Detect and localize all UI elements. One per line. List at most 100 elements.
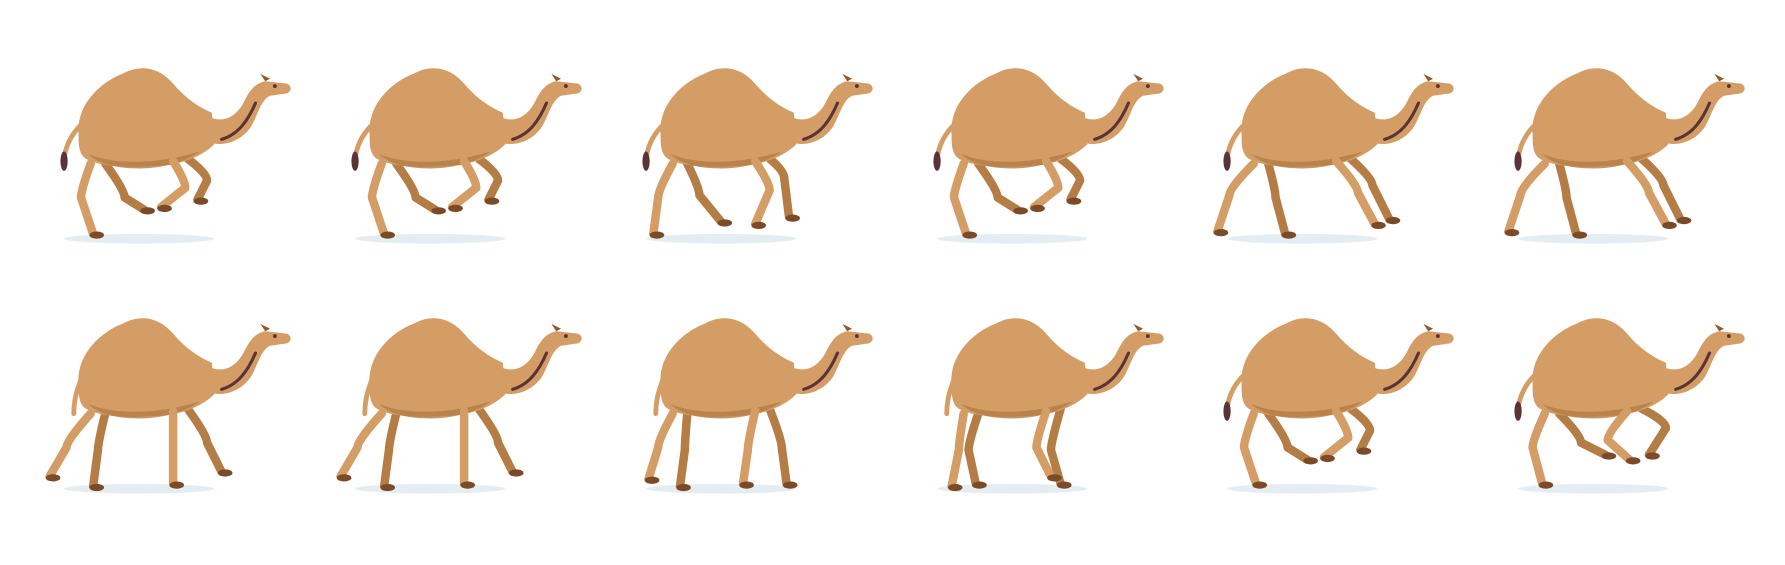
camel-body [78, 68, 215, 167]
camel-illustration [932, 68, 1164, 244]
camel-frame-2 [309, 18, 600, 268]
far-front-leg [183, 154, 212, 205]
camel [1223, 318, 1454, 489]
camel [643, 318, 873, 492]
camel-frame-10 [891, 268, 1182, 518]
near-back-leg [1528, 409, 1550, 489]
near-back-leg-hoof [947, 483, 962, 492]
camel-illustration [351, 68, 582, 244]
eye [272, 334, 277, 338]
camel-neck-head [490, 331, 582, 394]
camel-neck-head [199, 331, 291, 394]
far-front-leg-hoof [1645, 452, 1660, 460]
eye [563, 84, 568, 88]
ear [551, 73, 561, 82]
camel-frame-12 [1472, 268, 1763, 518]
eye [1436, 334, 1441, 338]
near-front-leg [738, 406, 760, 489]
near-front-leg [1332, 156, 1380, 229]
ear [842, 73, 852, 82]
camel-neck-head [781, 81, 873, 144]
far-back-leg-hoof [380, 483, 395, 492]
tail-tuft [1223, 151, 1232, 171]
camel-body [1532, 68, 1669, 167]
camel-neck-head [1653, 81, 1745, 144]
camel [943, 318, 1164, 492]
far-back-leg-hoof [431, 207, 446, 215]
camel [45, 318, 291, 492]
ear [260, 323, 271, 332]
near-front-leg-hoof [1046, 474, 1062, 482]
ear [842, 323, 852, 332]
far-back-leg [391, 159, 440, 214]
near-front-leg [1320, 406, 1353, 462]
near-back-leg [1240, 409, 1261, 489]
far-back-leg-hoof [1572, 231, 1588, 239]
tail-tuft [60, 151, 68, 171]
near-back-leg [367, 159, 389, 239]
far-front-leg-hoof [1066, 197, 1081, 205]
ground-shadow [354, 483, 506, 494]
ground-shadow [645, 233, 796, 244]
far-front-leg-hoof [1676, 216, 1692, 225]
near-front-leg [1029, 156, 1062, 212]
camel-sprite-sheet [0, 0, 1785, 565]
camel-body [1241, 318, 1378, 417]
camel [1514, 318, 1745, 489]
near-front-leg-hoof [739, 481, 754, 489]
tail-tuft [351, 151, 359, 171]
near-front-leg-hoof [751, 221, 766, 230]
camel-body [660, 318, 796, 417]
far-front-leg-hoof [1056, 481, 1072, 489]
camel [60, 68, 291, 239]
near-back-leg [45, 409, 95, 481]
far-back-leg-hoof [971, 481, 987, 489]
eye [1727, 334, 1732, 338]
far-front-leg-hoof [785, 214, 800, 222]
far-front-leg [1637, 404, 1671, 460]
camel-body [660, 68, 796, 167]
far-back-leg [973, 159, 1021, 214]
near-back-leg [76, 159, 98, 239]
tail-tuft [932, 151, 941, 171]
far-back-leg-hoof [1281, 231, 1297, 239]
eye [563, 334, 568, 338]
camel-frame-6 [1472, 18, 1763, 268]
ear [1714, 73, 1725, 82]
camel-frame-9 [600, 268, 891, 518]
eye [1145, 84, 1150, 88]
near-back-leg [336, 409, 386, 481]
far-back-leg-hoof [717, 219, 732, 227]
far-back-leg [963, 409, 982, 489]
camel [932, 68, 1164, 239]
camel [642, 68, 873, 239]
camel-frame-4 [891, 18, 1182, 268]
tail-tuft [1514, 401, 1522, 421]
near-back-leg [648, 159, 677, 239]
camel-neck-head [199, 81, 291, 144]
near-back-leg-hoof [961, 231, 977, 239]
far-front-leg-hoof [193, 197, 209, 205]
near-back-leg-hoof [1504, 229, 1520, 237]
camel [351, 68, 582, 239]
ground-shadow [645, 483, 796, 494]
tail-tuft [642, 151, 650, 171]
far-back-leg-hoof [140, 207, 155, 215]
near-front-leg [447, 156, 481, 212]
camel-frame-7 [18, 268, 309, 518]
camel-body [950, 68, 1087, 167]
far-back-leg [1264, 409, 1312, 464]
eye [854, 334, 859, 338]
camel-neck-head [1363, 81, 1454, 144]
camel-illustration [336, 318, 582, 494]
near-front-leg-hoof [448, 204, 463, 213]
camel-body [369, 68, 506, 167]
camel-neck-head [1363, 331, 1454, 394]
eye [1436, 84, 1441, 88]
camel-frame-11 [1181, 268, 1472, 518]
eye [1727, 84, 1732, 88]
near-back-leg [949, 159, 970, 239]
ear [1714, 323, 1725, 332]
ground-shadow [64, 483, 215, 494]
near-back-leg [1213, 159, 1259, 236]
